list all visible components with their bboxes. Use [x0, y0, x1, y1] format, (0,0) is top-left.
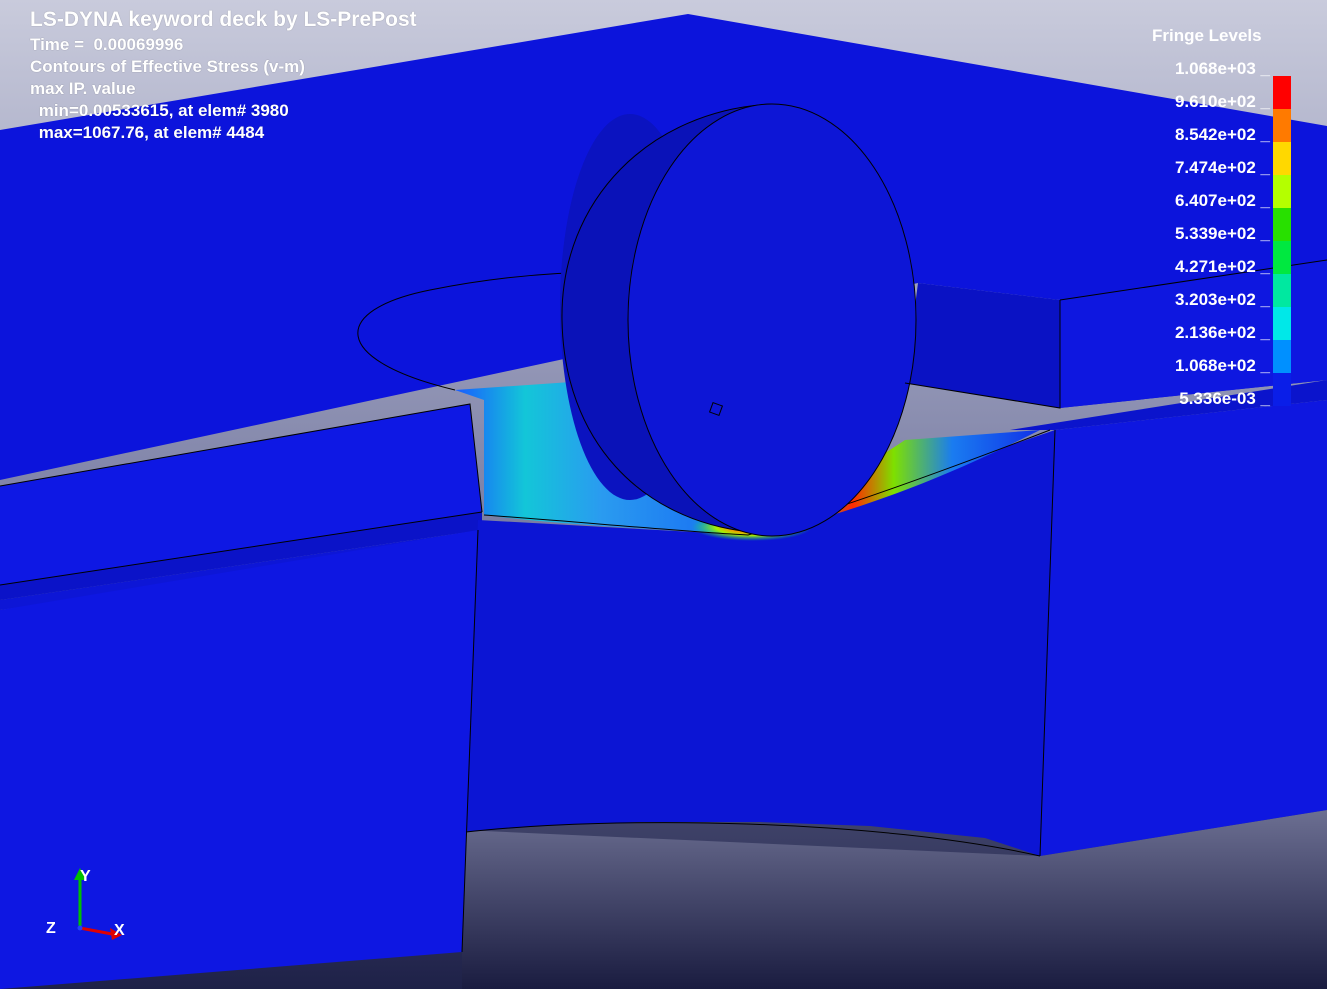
- time-readout: Time = 0.00069996: [30, 35, 184, 54]
- min-value-readout: min=0.00533615, at elem# 3980: [34, 101, 289, 120]
- wheel-face: [627, 103, 917, 537]
- fe-model-render: [0, 0, 1327, 989]
- fringe-level-label: 5.336e-03: [1179, 389, 1270, 409]
- fringe-level-label: 3.203e+02: [1175, 290, 1270, 310]
- fringe-level-label: 6.407e+02: [1175, 191, 1270, 211]
- model-title: LS-DYNA keyword deck by LS-PrePost: [30, 8, 417, 31]
- axis-triad: Y Z X: [40, 862, 140, 952]
- fringe-color-swatch: [1273, 208, 1291, 241]
- fringe-color-swatch: [1273, 76, 1291, 109]
- fringe-color-swatch: [1273, 307, 1291, 340]
- graphics-viewport[interactable]: LS-DYNA keyword deck by LS-PrePost Time …: [0, 0, 1327, 989]
- fringe-level-label: 1.068e+02: [1175, 356, 1270, 376]
- fringe-color-swatch: [1273, 175, 1291, 208]
- fringe-color-swatch: [1273, 373, 1291, 406]
- axis-label-z: Z: [46, 920, 56, 937]
- fringe-level-label: 7.474e+02: [1175, 158, 1270, 178]
- max-value-readout: max=1067.76, at elem# 4484: [34, 123, 265, 142]
- contour-type: Contours of Effective Stress (v-m): [30, 57, 305, 76]
- fringe-color-swatch: [1273, 142, 1291, 175]
- ip-value-mode: max IP. value: [30, 79, 136, 98]
- fringe-color-swatch: [1273, 274, 1291, 307]
- fringe-color-swatch: [1273, 340, 1291, 373]
- fringe-level-label: 1.068e+03: [1175, 59, 1270, 79]
- fringe-level-label: 4.271e+02: [1175, 257, 1270, 277]
- fringe-legend: Fringe Levels 1.068e+03 9.610e+02 8.542e+0…: [1140, 26, 1300, 426]
- right-block: [1040, 400, 1327, 856]
- fringe-color-swatch: [1273, 109, 1291, 142]
- fringe-level-label: 5.339e+02: [1175, 224, 1270, 244]
- fringe-color-swatch: [1273, 241, 1291, 274]
- fringe-level-label: 8.542e+02: [1175, 125, 1270, 145]
- axis-label-y: Y: [80, 868, 91, 885]
- fringe-level-label: 9.610e+02: [1175, 92, 1270, 112]
- axis-label-x: X: [114, 922, 125, 939]
- fringe-level-label: 2.136e+02: [1175, 323, 1270, 343]
- fringe-legend-title: Fringe Levels: [1152, 26, 1262, 45]
